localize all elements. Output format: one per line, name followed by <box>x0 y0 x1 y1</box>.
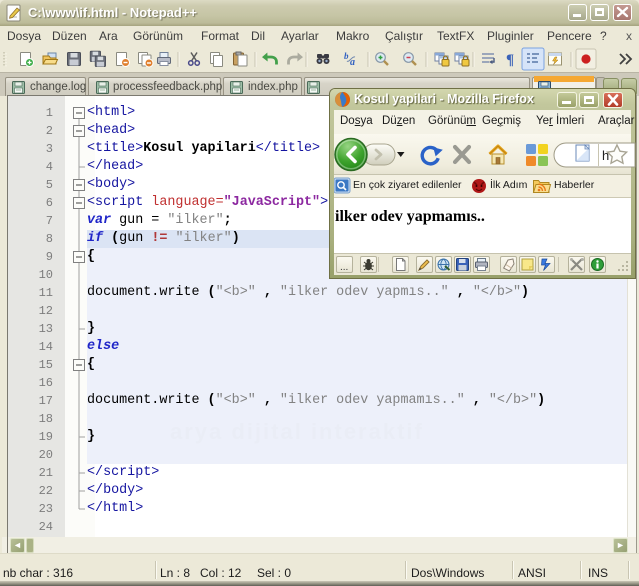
svg-text:¶: ¶ <box>506 52 514 68</box>
svg-text:b: b <box>344 51 349 61</box>
svg-text:h: h <box>602 148 609 163</box>
